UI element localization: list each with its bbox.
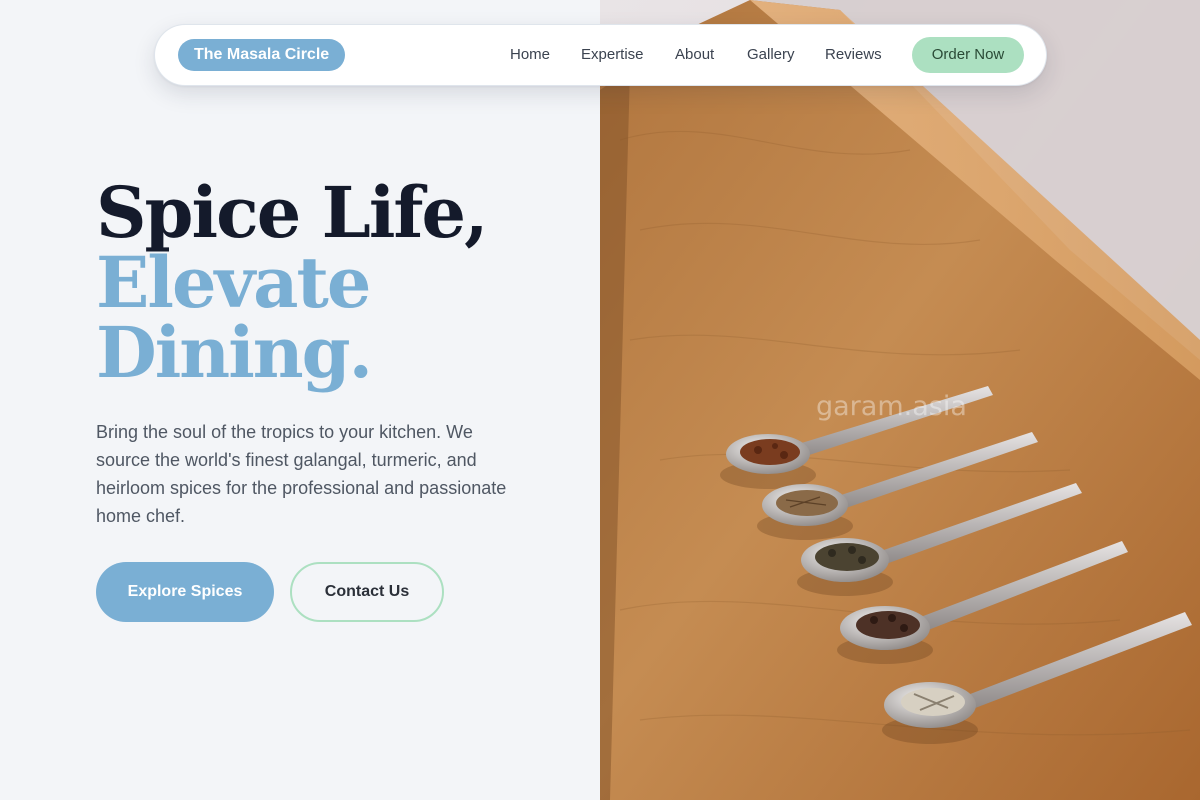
contact-us-button[interactable]: Contact Us	[290, 562, 444, 622]
hero-headline: Spice Life, Elevate Dining.	[96, 171, 488, 394]
nav-link-home[interactable]: Home	[510, 46, 550, 64]
image-watermark: garam.asia	[816, 391, 967, 422]
nav-link-expertise[interactable]: Expertise	[581, 46, 644, 64]
navbar: The Masala Circle Home Expertise About G…	[154, 24, 1047, 86]
headline-line-2: Elevate	[96, 241, 371, 324]
headline-line-1: Spice Life,	[96, 171, 488, 254]
nav-link-reviews[interactable]: Reviews	[825, 46, 882, 64]
hero-description: Bring the soul of the tropics to your ki…	[96, 422, 507, 526]
headline-line-3: Dining.	[96, 311, 373, 394]
nav-link-gallery[interactable]: Gallery	[747, 46, 795, 64]
explore-spices-button[interactable]: Explore Spices	[96, 562, 274, 622]
brand-logo[interactable]: The Masala Circle	[178, 39, 346, 71]
hero-image: garam.asia	[600, 0, 1200, 800]
order-now-button[interactable]: Order Now	[912, 37, 1024, 73]
nav-link-about[interactable]: About	[675, 46, 714, 64]
